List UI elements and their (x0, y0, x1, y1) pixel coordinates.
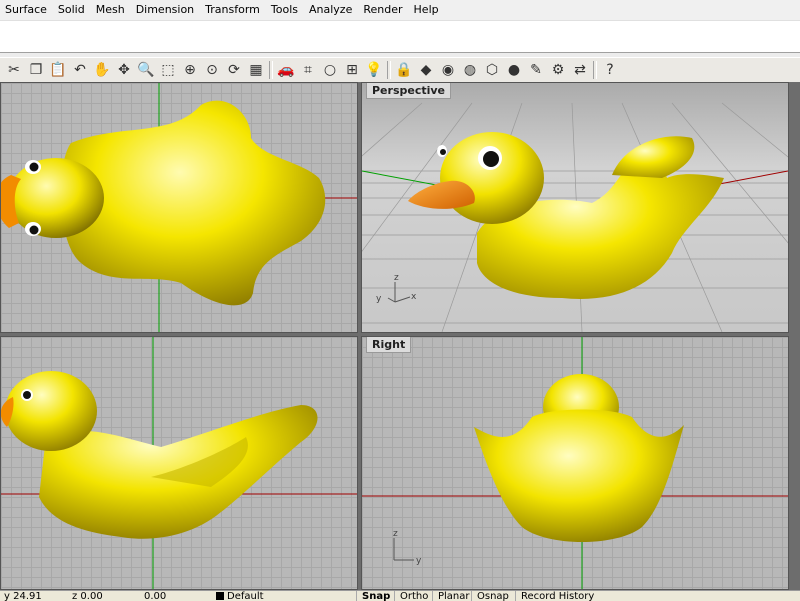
four-viewports-icon[interactable]: ▦ (245, 59, 267, 81)
zoom-selected-icon[interactable]: ⊙ (201, 59, 223, 81)
menu-bar: Surface Solid Mesh Dimension Transform T… (0, 0, 800, 21)
rotate-view-icon[interactable]: ⟳ (223, 59, 245, 81)
transform-icon[interactable]: ⇄ (569, 59, 591, 81)
top-viewport[interactable] (0, 82, 358, 333)
move-icon[interactable]: ✥ (113, 59, 135, 81)
light-bulb-icon[interactable]: 💡 (363, 59, 385, 81)
menu-solid[interactable]: Solid (53, 0, 91, 20)
lock-icon[interactable]: 🔒 (393, 59, 415, 81)
circle-icon[interactable]: ○ (319, 59, 341, 81)
copy-icon[interactable]: ❐ (25, 59, 47, 81)
top-view-model (1, 83, 357, 332)
zoom-icon[interactable]: 🔍 (135, 59, 157, 81)
help-icon[interactable]: ? (599, 59, 621, 81)
paste-icon[interactable]: 📋 (47, 59, 69, 81)
settings-gear-icon[interactable]: ⚙ (547, 59, 569, 81)
axis-y-label: y (416, 556, 422, 566)
snap-icon[interactable]: ⊞ (341, 59, 363, 81)
mesh-box-icon[interactable]: ⬡ (481, 59, 503, 81)
menu-help[interactable]: Help (409, 0, 445, 20)
status-bar: y 24.91 z 0.00 0.00 Default Snap Ortho P… (0, 590, 800, 601)
axis-y-label: y (376, 294, 382, 304)
pan-hand-icon[interactable]: ✋ (91, 59, 113, 81)
right-viewport-title[interactable]: Right (366, 337, 412, 353)
undo-icon[interactable]: ↶ (69, 59, 91, 81)
cut-icon[interactable]: ✂ (3, 59, 25, 81)
menu-analyze[interactable]: Analyze (304, 0, 358, 20)
axis-x-label: x (411, 292, 417, 302)
color-wheel-icon[interactable]: ◉ (437, 59, 459, 81)
front-viewport[interactable] (0, 336, 358, 590)
right-viewport[interactable]: z y Right (361, 336, 789, 590)
toolbar-separator (387, 61, 391, 79)
toolbar-separator (269, 61, 273, 79)
perspective-viewport-title[interactable]: Perspective (366, 83, 452, 99)
grid-icon[interactable]: ⌗ (297, 59, 319, 81)
zoom-extents-icon[interactable]: ⊕ (179, 59, 201, 81)
perspective-viewport[interactable]: z x y Perspective (361, 82, 789, 333)
command-history (0, 21, 800, 53)
menu-mesh[interactable]: Mesh (91, 0, 131, 20)
car-icon[interactable]: 🚗 (275, 59, 297, 81)
standard-toolbar: ✂ ❐ 📋 ↶ ✋ ✥ 🔍 ⬚ ⊕ ⊙ ⟳ ▦ 🚗 ⌗ ○ ⊞ 💡 🔒 ◆ ◉ ◍ ⬡ ● ✎ ⚙ ⇄? (0, 57, 800, 83)
viewport-area: z x y Perspective z y Right (0, 82, 800, 590)
paint-icon[interactable]: ✎ (525, 59, 547, 81)
menu-render[interactable]: Render (358, 0, 408, 20)
layer-color-swatch (216, 592, 224, 600)
color-shader-icon[interactable]: ◆ (415, 59, 437, 81)
menu-dimension[interactable]: Dimension (131, 0, 200, 20)
render-sphere-icon[interactable]: ● (503, 59, 525, 81)
toolbar-separator (593, 61, 597, 79)
menu-transform[interactable]: Transform (200, 0, 266, 20)
zoom-window-icon[interactable]: ⬚ (157, 59, 179, 81)
axis-z-label: z (393, 529, 398, 539)
front-view-model (1, 337, 357, 589)
menu-tools[interactable]: Tools (266, 0, 304, 20)
right-view-model: z y (362, 337, 788, 589)
perspective-view-model: z x y (362, 102, 788, 332)
menu-surface[interactable]: Surface (0, 0, 53, 20)
sphere-wire-icon[interactable]: ◍ (459, 59, 481, 81)
axis-z-label: z (394, 273, 399, 283)
